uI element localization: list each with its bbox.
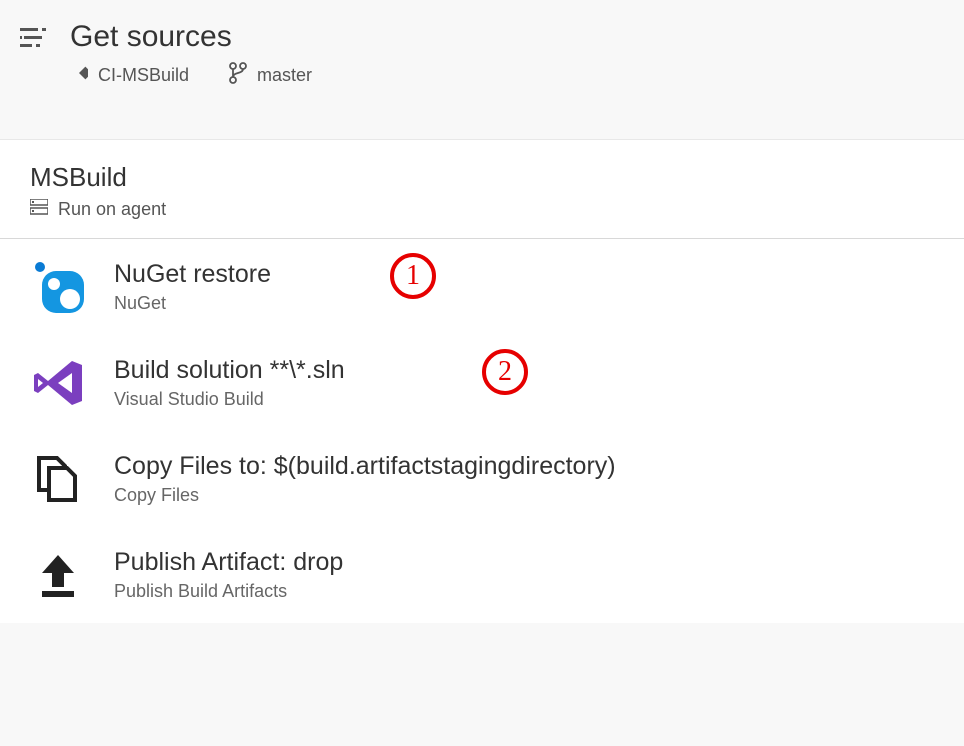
task-build-solution[interactable]: Build solution **\*.sln Visual Studio Bu… xyxy=(0,335,964,431)
task-title: Copy Files to: $(build.artifactstagingdi… xyxy=(114,452,934,481)
task-copy-files[interactable]: Copy Files to: $(build.artifactstagingdi… xyxy=(0,431,964,527)
task-text: Publish Artifact: drop Publish Build Art… xyxy=(114,548,934,602)
callout-1: 1 xyxy=(390,253,436,299)
copy-files-icon xyxy=(30,451,86,507)
get-sources-header[interactable]: Get sources CI-MSBuild xyxy=(0,0,964,109)
callout-2-label: 2 xyxy=(498,356,512,388)
task-nuget-restore[interactable]: NuGet restore NuGet 1 xyxy=(0,239,964,335)
publish-icon xyxy=(30,547,86,603)
header-meta: CI-MSBuild master xyxy=(70,62,944,89)
branch-name: master xyxy=(257,65,312,86)
callout-2: 2 xyxy=(482,349,528,395)
task-subtitle: Publish Build Artifacts xyxy=(114,581,934,602)
phase-subtitle-row: Run on agent xyxy=(30,199,934,220)
nuget-icon xyxy=(30,259,86,315)
branch-meta[interactable]: master xyxy=(229,62,312,89)
task-list: NuGet restore NuGet 1 Build solution **\… xyxy=(0,239,964,623)
header-title: Get sources xyxy=(70,20,944,54)
task-title: NuGet restore xyxy=(114,260,934,289)
task-title: Publish Artifact: drop xyxy=(114,548,934,577)
repo-meta[interactable]: CI-MSBuild xyxy=(70,64,189,87)
task-subtitle: NuGet xyxy=(114,293,934,314)
phase-subtitle: Run on agent xyxy=(58,199,166,220)
callout-1-label: 1 xyxy=(406,260,420,292)
repo-icon xyxy=(70,64,88,87)
visual-studio-icon xyxy=(30,355,86,411)
task-text: Copy Files to: $(build.artifactstagingdi… xyxy=(114,452,934,506)
phase-header[interactable]: MSBuild Run on agent xyxy=(0,140,964,239)
main-panel: MSBuild Run on agent xyxy=(0,139,964,623)
task-text: NuGet restore NuGet xyxy=(114,260,934,314)
task-subtitle: Copy Files xyxy=(114,485,934,506)
branch-icon xyxy=(229,62,247,89)
task-subtitle: Visual Studio Build xyxy=(114,389,934,410)
agent-icon xyxy=(30,199,48,220)
header-content: Get sources CI-MSBuild xyxy=(70,20,944,89)
task-publish-artifact[interactable]: Publish Artifact: drop Publish Build Art… xyxy=(0,527,964,623)
sources-icon xyxy=(20,28,50,48)
phase-title: MSBuild xyxy=(30,162,934,193)
repo-name: CI-MSBuild xyxy=(98,65,189,86)
